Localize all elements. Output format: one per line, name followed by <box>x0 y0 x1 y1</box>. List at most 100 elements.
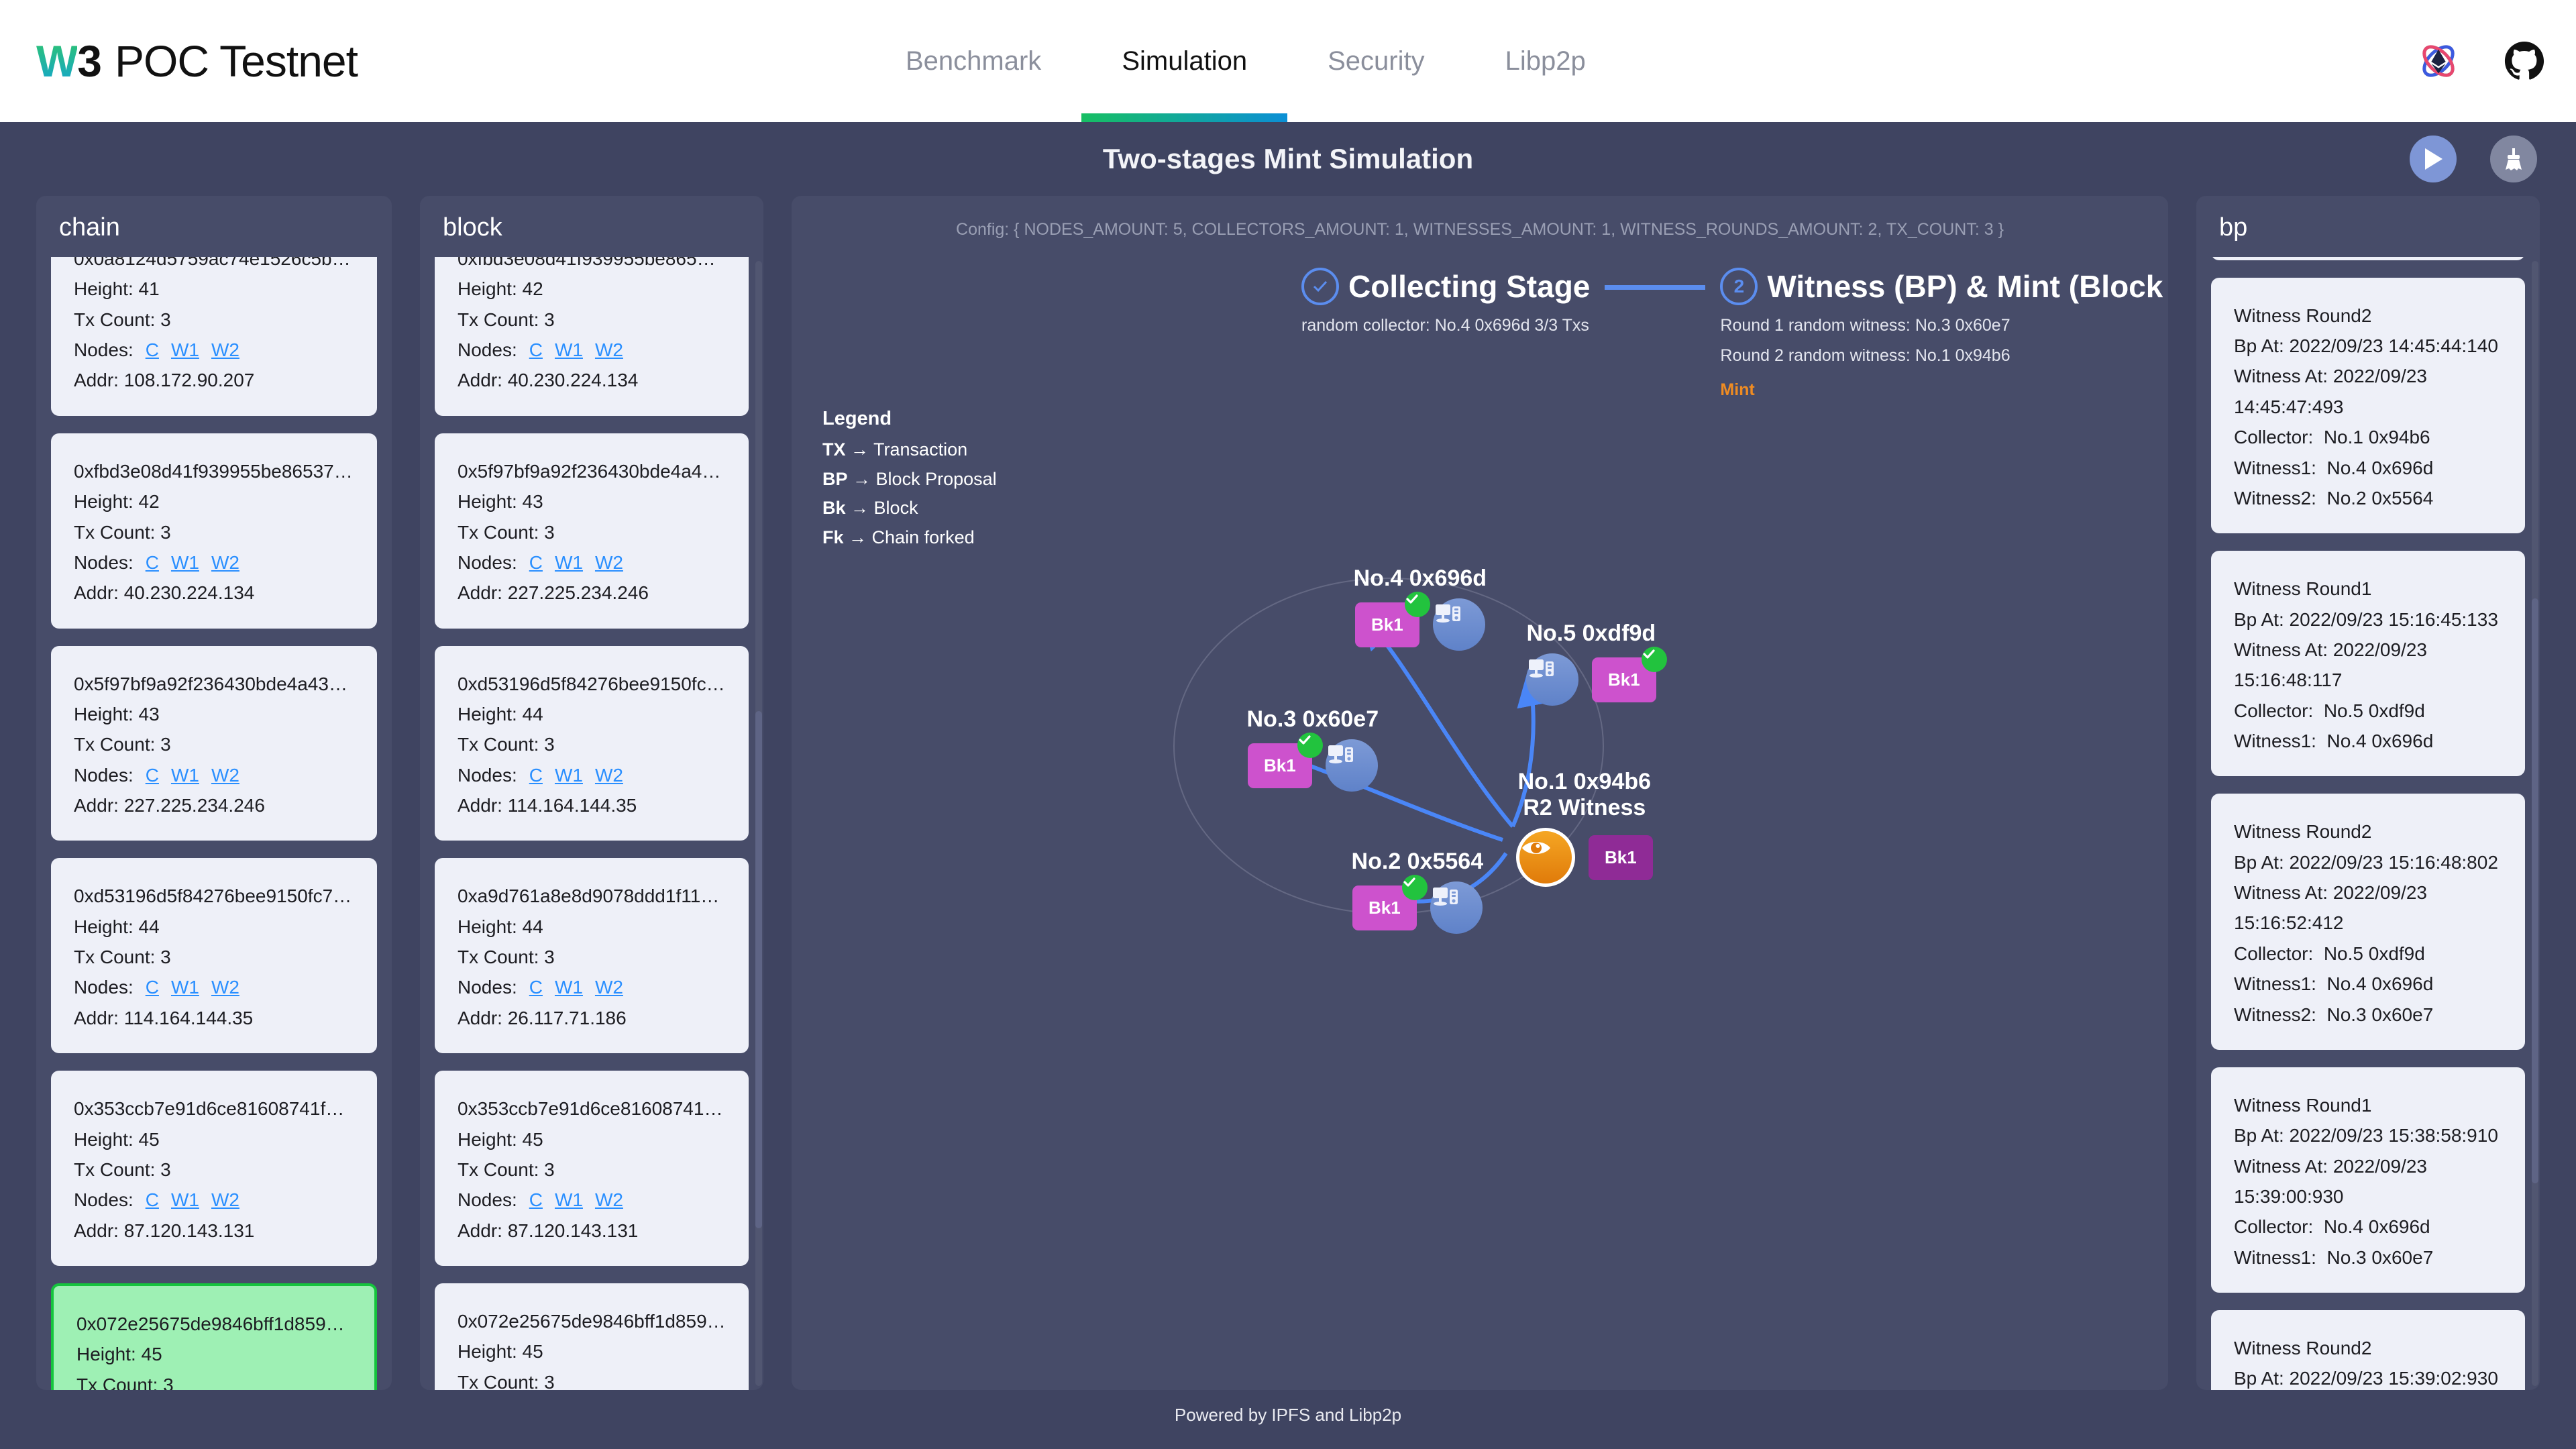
graph-node-circle[interactable] <box>1432 598 1485 651</box>
block-node-link-c[interactable]: C <box>529 972 543 1002</box>
block-node-link-w2[interactable]: W2 <box>595 1185 623 1215</box>
block-card[interactable]: 0xfbd3e08d41f939955be865379c9f2… Height: … <box>435 257 749 416</box>
graph-node-circle[interactable] <box>1325 739 1378 792</box>
graph-node-circle[interactable] <box>1526 653 1578 706</box>
chain-node-link-w1[interactable]: W1 <box>171 760 199 790</box>
bp-card[interactable]: Witness Round2 Bp At: 2022/09/23 14:45:44… <box>2211 277 2525 534</box>
bp-scrollbar-thumb[interactable] <box>2532 598 2538 1184</box>
chain-node-link-w1[interactable]: W1 <box>171 335 199 365</box>
graph-node-circle[interactable] <box>1430 881 1483 934</box>
play-button[interactable] <box>2410 136 2457 182</box>
bp-scrollbar[interactable] <box>2532 261 2538 1386</box>
chain-card[interactable]: 0x5f97bf9a92f236430bde4a43838b7… Height: … <box>51 645 377 841</box>
chain-card-addr: Addr: 227.225.234.246 <box>74 795 265 816</box>
node-verified-check-icon <box>1404 591 1430 617</box>
chain-card[interactable]: 0xfbd3e08d41f939955be865379c9f2… Height: … <box>51 433 377 629</box>
block-card[interactable]: 0xa9d761a8e8d9078ddd1f11a658a3… Height: 4… <box>435 858 749 1054</box>
block-node-link-w2[interactable]: W2 <box>595 547 623 578</box>
block-node-link-w2[interactable]: W2 <box>595 972 623 1002</box>
check-icon <box>1403 877 1415 887</box>
bp-card-list[interactable]: Collector: No.1 0x94b6 Witness1: No.4 0x6… <box>2196 257 2540 1390</box>
stage-step-witness-round2: Round 2 random witness: No.1 0x94b6 <box>1720 346 2010 365</box>
graph-node-n5[interactable]: Bk1 No.5 0xdf9d <box>1526 621 1667 706</box>
chain-nodes-label: Nodes: <box>74 764 133 786</box>
brand-logo[interactable]: W 3 POC Testnet <box>36 36 358 87</box>
node-verified-check-icon <box>1401 874 1428 900</box>
graph-node-n2[interactable]: Bk1 No.2 0x5564 <box>1352 849 1483 934</box>
clean-button[interactable] <box>2490 136 2537 182</box>
chain-node-link-c[interactable]: C <box>146 760 159 790</box>
github-icon[interactable] <box>2504 40 2545 82</box>
block-card-nodes: Nodes: C W1 W2 <box>458 547 726 578</box>
block-nodes-label: Nodes: <box>458 1189 517 1211</box>
chain-card[interactable]: 0x0a8124d5759ac74e1526c5bc3062… Height: 4… <box>51 257 377 416</box>
block-scrollbar[interactable] <box>755 261 762 1386</box>
graph-node-block-badge[interactable]: Bk1 <box>1589 835 1653 880</box>
block-node-link-w1[interactable]: W1 <box>555 335 583 365</box>
tab-security[interactable]: Security <box>1287 0 1465 122</box>
bp-card[interactable]: Witness Round2 Bp At: 2022/09/23 15:16:48… <box>2211 794 2525 1050</box>
block-node-link-w2[interactable]: W2 <box>595 760 623 790</box>
bp-card[interactable]: Witness Round1 Bp At: 2022/09/23 15:38:58… <box>2211 1067 2525 1293</box>
block-card-list[interactable]: 0xfbd3e08d41f939955be865379c9f2… Height: … <box>420 257 763 1390</box>
block-scrollbar-thumb[interactable] <box>755 710 762 1229</box>
block-card-txcount: Tx Count: 3 <box>458 309 555 330</box>
chain-node-link-w2[interactable]: W2 <box>211 760 239 790</box>
block-card-txcount: Tx Count: 3 <box>458 1159 555 1180</box>
block-node-link-w1[interactable]: W1 <box>555 972 583 1002</box>
block-node-link-w1[interactable]: W1 <box>555 547 583 578</box>
chain-node-link-c[interactable]: C <box>146 972 159 1002</box>
chain-card-list[interactable]: 0x0a8124d5759ac74e1526c5bc3062… Height: 4… <box>36 257 392 1390</box>
chain-node-link-w1[interactable]: W1 <box>171 1185 199 1215</box>
network-graph[interactable]: Bk1 No.4 0x696d Bk1 No.5 0xdf9d Bk1 No.3… <box>792 397 2168 1390</box>
chain-nodes-label: Nodes: <box>74 551 133 573</box>
chain-node-link-w1[interactable]: W1 <box>171 972 199 1002</box>
check-icon <box>1406 594 1418 604</box>
block-node-link-c[interactable]: C <box>529 760 543 790</box>
block-card[interactable]: 0x353ccb7e91d6ce81608741f32c8a… Height: 4… <box>435 1071 749 1266</box>
tab-benchmark[interactable]: Benchmark <box>865 0 1081 122</box>
chain-node-link-w2[interactable]: W2 <box>211 1185 239 1215</box>
graph-node-block-badge[interactable]: Bk1 <box>1352 874 1428 930</box>
graph-node-n1[interactable]: Bk1 No.1 0x94b6 R2 Witness <box>1516 769 1653 887</box>
graph-node-n4[interactable]: Bk1 No.4 0x696d <box>1354 566 1487 651</box>
block-node-link-w2[interactable]: W2 <box>595 335 623 365</box>
block-card-hash: 0x353ccb7e91d6ce81608741f32c8a… <box>458 1098 726 1120</box>
bp-card[interactable]: Collector: No.1 0x94b6Witness1: No.4 0x6… <box>2211 257 2525 260</box>
chain-node-link-c[interactable]: C <box>146 1185 159 1215</box>
bp-card-round: Witness Round2 <box>2234 821 2372 843</box>
block-card[interactable]: 0x5f97bf9a92f236430bde4a43838b7… Height: … <box>435 433 749 629</box>
chain-card[interactable]: 0x072e25675de9846bff1d8595b812… Height: 4… <box>51 1283 377 1390</box>
graph-node-block-badge[interactable]: Bk1 <box>1592 646 1667 702</box>
chain-card-txcount: Tx Count: 3 <box>76 1374 174 1390</box>
graph-node-n3[interactable]: Bk1 No.3 0x60e7 <box>1247 706 1379 792</box>
graph-node-block-badge[interactable]: Bk1 <box>1248 732 1323 788</box>
block-card-txcount: Tx Count: 3 <box>458 1371 555 1390</box>
chain-node-link-w2[interactable]: W2 <box>211 335 239 365</box>
bp-card-witness-at: Witness At: 2022/09/23 15:39:00:930 <box>2234 1155 2427 1207</box>
block-node-link-c[interactable]: C <box>529 1185 543 1215</box>
block-card[interactable]: 0xd53196d5f84276bee9150fc766c6c… Height: … <box>435 645 749 841</box>
chain-node-link-w1[interactable]: W1 <box>171 547 199 578</box>
block-node-link-c[interactable]: C <box>529 547 543 578</box>
chain-node-link-w2[interactable]: W2 <box>211 547 239 578</box>
graph-node-block-badge[interactable]: Bk1 <box>1355 591 1430 647</box>
tab-simulation[interactable]: Simulation <box>1081 0 1287 122</box>
chain-node-link-w2[interactable]: W2 <box>211 972 239 1002</box>
block-node-link-w1[interactable]: W1 <box>555 1185 583 1215</box>
chain-node-link-c[interactable]: C <box>146 547 159 578</box>
block-node-link-c[interactable]: C <box>529 335 543 365</box>
tab-libp2p[interactable]: Libp2p <box>1465 0 1626 122</box>
ethereum-atom-icon[interactable] <box>2418 40 2459 82</box>
block-node-link-w1[interactable]: W1 <box>555 760 583 790</box>
check-circle-icon <box>1301 268 1339 305</box>
bp-card[interactable]: Witness Round1 Bp At: 2022/09/23 15:16:45… <box>2211 551 2525 777</box>
block-card[interactable]: 0x072e25675de9846bff1d8595b812… Height: 4… <box>435 1283 749 1390</box>
chain-card-hash: 0x5f97bf9a92f236430bde4a43838b7… <box>74 673 354 694</box>
graph-node-circle[interactable] <box>1516 828 1575 887</box>
chain-node-link-c[interactable]: C <box>146 335 159 365</box>
graph-node-label: No.2 0x5564 <box>1352 849 1484 875</box>
bp-card[interactable]: Witness Round2 Bp At: 2022/09/23 15:39:02… <box>2211 1310 2525 1390</box>
chain-card[interactable]: 0x353ccb7e91d6ce81608741f32c8a… Height: 4… <box>51 1071 377 1266</box>
chain-card[interactable]: 0xd53196d5f84276bee9150fc766c6c… Height: … <box>51 858 377 1054</box>
